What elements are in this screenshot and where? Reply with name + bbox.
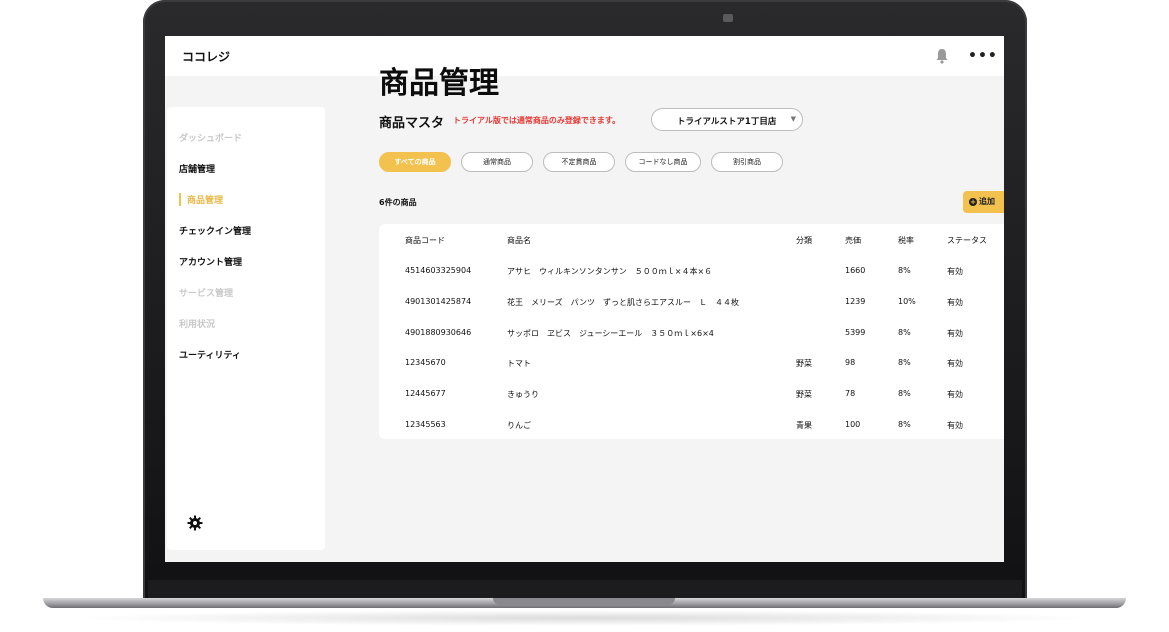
- camera-icon: [723, 14, 733, 22]
- cell-status: 有効: [947, 390, 963, 400]
- column-header-name: 商品名: [507, 236, 531, 245]
- column-header-status: ステータス: [947, 236, 987, 245]
- laptop-notch: [493, 598, 675, 605]
- top-bar: ココレジ •••: [165, 36, 1004, 76]
- section-title: 商品マスタ: [379, 116, 445, 131]
- gear-icon[interactable]: [187, 515, 203, 531]
- cell-product-code: 4901880930646: [405, 327, 472, 337]
- column-header-category: 分類: [796, 236, 812, 245]
- sidebar-item-utility[interactable]: ユーティリティ: [179, 348, 241, 361]
- cell-product-code: 12345563: [405, 420, 446, 429]
- app-title: ココレジ: [182, 50, 231, 64]
- filter-variable-weight[interactable]: 不定貫商品: [543, 152, 615, 172]
- cell-price: 100: [845, 420, 861, 429]
- trial-warning: トライアル版では通常商品のみ登録できます。: [453, 116, 621, 125]
- cell-product-code: 12445677: [405, 389, 446, 399]
- cell-tax-rate: 8%: [898, 358, 911, 368]
- cell-tax-rate: 8%: [898, 389, 911, 399]
- laptop-mockup: ココレジ ••• 商品管理 ダッシュボード 店舗管理 商品管理 チェックイン管理…: [0, 0, 1169, 632]
- sidebar-item-checkin[interactable]: チェックイン管理: [179, 224, 251, 237]
- column-header-code: 商品コード: [405, 236, 445, 245]
- cell-price: 78: [845, 389, 856, 399]
- cell-product-name: アサヒ ウィルキンソンタンサン ５００ｍｌ×４本×６: [507, 267, 713, 276]
- cell-price: 1239: [845, 296, 866, 306]
- cell-product-code: 12345670: [405, 358, 446, 368]
- column-header-tax: 税率: [898, 236, 914, 245]
- cell-category: 野菜: [796, 390, 812, 400]
- sidebar-item-dashboard[interactable]: ダッシュボード: [179, 131, 242, 144]
- cell-status: 有効: [947, 359, 963, 369]
- sidebar-item-store[interactable]: 店舗管理: [179, 162, 215, 175]
- store-select-value: トライアルストア1丁目店: [677, 117, 777, 127]
- cell-price: 98: [845, 358, 856, 368]
- cell-status: 有効: [947, 297, 963, 307]
- cell-product-name: サッポロ ヱビス ジューシーエール ３５０ｍｌ×6×4: [507, 328, 714, 338]
- cell-product-name: きゅうり: [507, 390, 539, 400]
- app-screen: ココレジ ••• 商品管理 ダッシュボード 店舗管理 商品管理 チェックイン管理…: [165, 36, 1004, 562]
- cell-status: 有効: [947, 267, 963, 276]
- page-title: 商品管理: [379, 66, 499, 101]
- cell-category: 野菜: [796, 359, 812, 369]
- cell-tax-rate: 8%: [898, 266, 911, 275]
- cell-tax-rate: 10%: [898, 296, 916, 306]
- sidebar: ダッシュボード 店舗管理 商品管理 チェックイン管理 アカウント管理 サービス管…: [167, 107, 325, 550]
- cell-tax-rate: 8%: [898, 420, 911, 429]
- cell-product-code: 4901301425874: [405, 296, 472, 306]
- cell-status: 有効: [947, 421, 963, 430]
- product-count: 6件の商品: [379, 198, 417, 207]
- cell-price: 1660: [845, 266, 866, 275]
- add-product-button[interactable]: + 追加: [963, 191, 1004, 213]
- filter-discount[interactable]: 割引商品: [711, 152, 783, 172]
- product-table: 商品コード 商品名 分類 売価 税率 ステータス 4514603325904 アサ…: [379, 224, 1004, 439]
- store-select[interactable]: トライアルストア1丁目店 ▼: [651, 108, 803, 131]
- cell-product-code: 4514603325904: [405, 266, 472, 275]
- column-header-price: 売価: [845, 236, 861, 245]
- sidebar-item-service[interactable]: サービス管理: [179, 286, 233, 299]
- cell-category: 青果: [796, 421, 812, 430]
- cell-status: 有効: [947, 328, 963, 338]
- cell-product-name: トマト: [507, 359, 531, 369]
- plus-circle-icon: +: [969, 197, 977, 206]
- sidebar-item-products[interactable]: 商品管理: [179, 193, 223, 206]
- chevron-down-icon: ▼: [790, 115, 796, 123]
- bell-icon[interactable]: [935, 48, 949, 64]
- filter-all[interactable]: すべての商品: [379, 152, 451, 172]
- sidebar-item-usage[interactable]: 利用状況: [179, 317, 215, 330]
- cell-product-name: りんご: [507, 421, 531, 430]
- cell-product-name: 花王 メリーズ パンツ ずっと肌さらエアスルー Ｌ ４４枚: [507, 297, 739, 307]
- add-button-label: 追加: [979, 197, 995, 206]
- laptop-bezel: [148, 580, 1022, 600]
- sidebar-item-account[interactable]: アカウント管理: [179, 255, 242, 268]
- more-icon[interactable]: •••: [968, 48, 998, 64]
- filter-no-code[interactable]: コードなし商品: [625, 152, 701, 172]
- filter-regular[interactable]: 通常商品: [461, 152, 533, 172]
- cell-tax-rate: 8%: [898, 327, 911, 337]
- cell-price: 5399: [845, 327, 866, 337]
